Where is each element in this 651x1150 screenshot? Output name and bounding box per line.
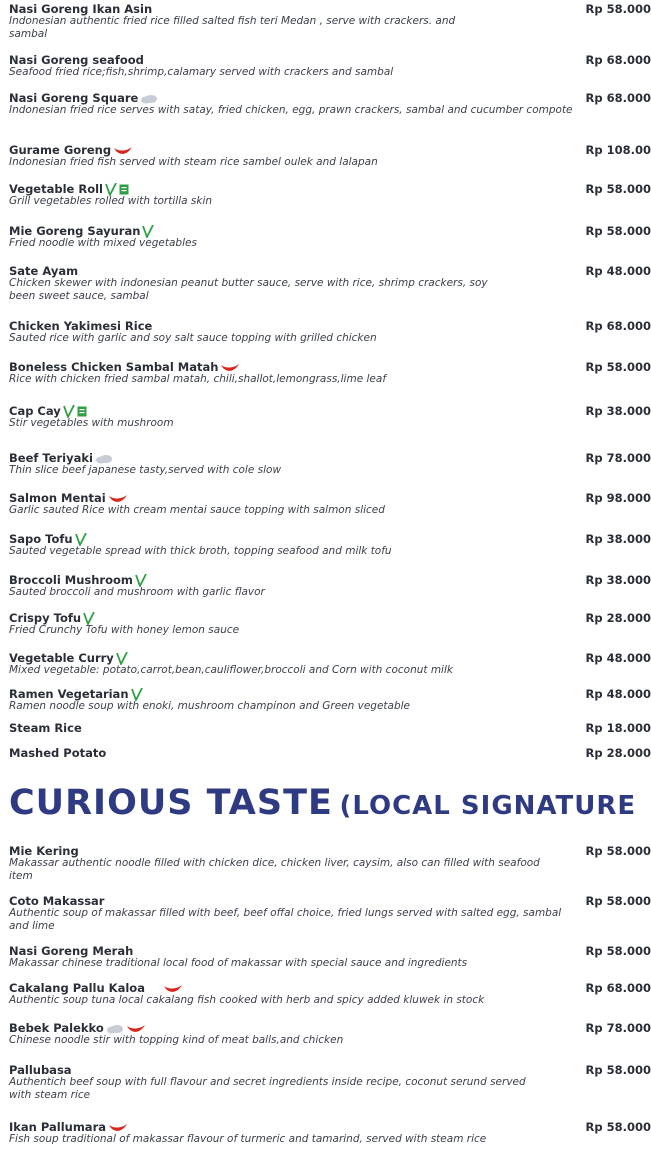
item-name: Nasi Goreng Square: [9, 91, 158, 105]
item-description: Garlic sauted Rice with cream mentai sau…: [9, 504, 385, 516]
item-price: Rp 68.000: [585, 91, 651, 105]
item-description: Indonesian fried rice serves with satay,…: [9, 104, 573, 116]
chili-icon: [108, 1122, 128, 1134]
item-description: Authentic soup tuna local cakalang fish …: [9, 994, 485, 1006]
item-name: Vegetable Roll: [9, 182, 129, 196]
item-description: Makassar chinese traditional local food …: [9, 957, 468, 969]
chili-icon: [163, 983, 183, 995]
item-price: Rp 58.000: [585, 944, 651, 958]
item-price: Rp 58.000: [585, 1120, 651, 1134]
item-name: Beef Teriyaki: [9, 451, 113, 465]
item-price: Rp 38.000: [585, 573, 651, 587]
item-price: Rp 78.000: [585, 1021, 651, 1035]
item-name: Bebek Palekko: [9, 1021, 146, 1035]
item-price: Rp 98.000: [585, 491, 651, 505]
section-heading: CURIOUS TASTE (LOCAL SIGNATURE: [9, 783, 636, 823]
item-price: Rp 38.000: [585, 404, 651, 418]
item-name: Nasi Goreng Ikan Asin: [9, 2, 153, 16]
item-description: Indonesian fried fish served with steam …: [9, 156, 378, 168]
item-description: Rice with chicken fried sambal matah, ch…: [9, 373, 387, 385]
item-description: Seafood fried rice;fish,shrimp,calamary …: [9, 66, 394, 78]
item-price: Rp 108.00: [585, 143, 651, 157]
item-description: Sauted vegetable spread with thick broth…: [9, 545, 392, 557]
item-name: Gurame Goreng: [9, 143, 133, 157]
chili-icon: [220, 362, 240, 374]
item-name: Mashed Potato: [9, 746, 107, 760]
item-description: Fried Crunchy Tofu with honey lemon sauc…: [9, 624, 240, 636]
item-name: Ramen Vegetarian: [9, 687, 143, 701]
item-name: Crispy Tofu: [9, 611, 95, 625]
vegan-badge-icon: [77, 406, 87, 417]
item-price: Rp 38.000: [585, 532, 651, 546]
chili-icon: [113, 145, 133, 157]
item-price: Rp 58.000: [585, 894, 651, 908]
item-description: Sauted rice with garlic and soy salt sau…: [9, 332, 377, 344]
heading-main: CURIOUS TASTE: [9, 783, 333, 823]
item-price: Rp 58.000: [585, 182, 651, 196]
item-description: Fried noodle with mixed vegetables: [9, 237, 197, 249]
item-description: Authentic soup of makassar filled with b…: [9, 907, 562, 932]
item-name: Ikan Pallumara: [9, 1120, 128, 1134]
item-name: Nasi Goreng seafood: [9, 53, 144, 67]
item-description: Authentich beef soup with full flavour a…: [9, 1076, 526, 1101]
heading-sub: (LOCAL SIGNATURE: [339, 791, 637, 821]
item-description: Mixed vegetable: potato,carrot,bean,caul…: [9, 664, 453, 676]
item-description: Chicken skewer with indonesian peanut bu…: [9, 277, 488, 302]
item-name: Vegetable Curry: [9, 651, 128, 665]
item-price: Rp 58.000: [585, 360, 651, 374]
item-description: Ramen noodle soup with enoki, mushroom c…: [9, 700, 411, 712]
item-name: Chicken Yakimesi Rice: [9, 319, 153, 333]
item-price: Rp 48.000: [585, 687, 651, 701]
item-name: Cap Cay: [9, 404, 87, 418]
item-price: Rp 18.000: [585, 721, 651, 735]
item-description: Grill vegetables rolled with tortilla sk…: [9, 195, 213, 207]
item-description: Thin slice beef japanese tasty,served wi…: [9, 464, 282, 476]
item-description: Stir vegetables with mushroom: [9, 417, 174, 429]
item-name: Broccoli Mushroom: [9, 573, 147, 587]
item-name: Salmon Mentai: [9, 491, 128, 505]
item-price: Rp 68.000: [585, 981, 651, 995]
vegan-badge-icon: [119, 184, 129, 195]
item-name: Pallubasa: [9, 1063, 72, 1077]
item-price: Rp 28.000: [585, 611, 651, 625]
item-price: Rp 78.000: [585, 451, 651, 465]
item-description: Makassar authentic noodle filled with ch…: [9, 857, 540, 882]
item-price: Rp 28.000: [585, 746, 651, 760]
item-price: Rp 68.000: [585, 53, 651, 67]
item-name: Sate Ayam: [9, 264, 79, 278]
cloud-icon: [106, 1024, 124, 1034]
item-price: Rp 58.000: [585, 224, 651, 238]
item-price: Rp 48.000: [585, 651, 651, 665]
item-name: Boneless Chicken Sambal Matah: [9, 360, 240, 374]
item-name: Mie Goreng Sayuran: [9, 224, 155, 238]
item-description: Chinese noodle stir with topping kind of…: [9, 1034, 344, 1046]
item-description: Indonesian authentic fried rice filled s…: [9, 15, 456, 40]
item-price: Rp 58.000: [585, 1063, 651, 1077]
item-price: Rp 68.000: [585, 319, 651, 333]
item-description: Sauted broccoli and mushroom with garlic…: [9, 586, 265, 598]
cloud-icon: [95, 454, 113, 464]
item-name: Coto Makassar: [9, 894, 105, 908]
chili-icon: [126, 1023, 146, 1035]
cloud-icon: [140, 94, 158, 104]
item-price: Rp 58.000: [585, 844, 651, 858]
item-price: Rp 48.000: [585, 264, 651, 278]
item-price: Rp 58.000: [585, 2, 651, 16]
item-name: Steam Rice: [9, 721, 82, 735]
item-name: Mie Kering: [9, 844, 79, 858]
chili-icon: [108, 493, 128, 505]
item-description: Fish soup traditional of makassar flavou…: [9, 1133, 487, 1145]
item-name: Cakalang Pallu Kaloa: [9, 981, 183, 995]
item-name: Sapo Tofu: [9, 532, 87, 546]
item-name: Nasi Goreng Merah: [9, 944, 134, 958]
